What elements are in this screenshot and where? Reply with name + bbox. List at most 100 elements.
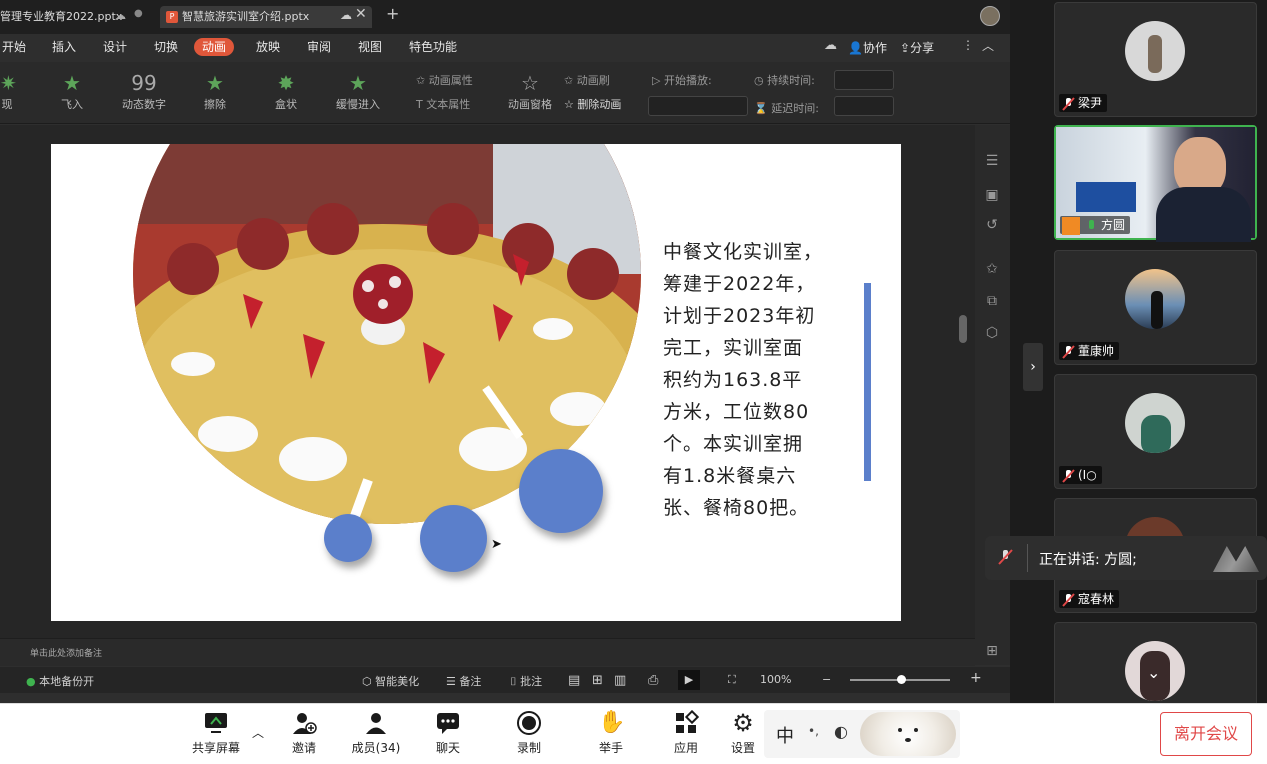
history-icon[interactable]: ↺ bbox=[983, 217, 1001, 235]
delete-anim-button[interactable]: ☆ 删除动画 bbox=[564, 96, 621, 112]
effect-dynamic-number[interactable]: 99 动态数字 bbox=[116, 70, 172, 112]
raise-hand-button[interactable]: ✋ 举手 bbox=[581, 710, 641, 756]
participant-tile[interactable]: (I○ bbox=[1054, 374, 1257, 489]
cloud-icon: ☁ bbox=[115, 9, 126, 22]
zoom-level[interactable]: 100% bbox=[760, 673, 791, 686]
anim-brush-button[interactable]: ✩ 动画刷 bbox=[564, 72, 610, 88]
share-options-icon[interactable]: ︿ bbox=[252, 724, 264, 741]
menu-features[interactable]: 特色功能 bbox=[409, 38, 457, 56]
normal-view-icon[interactable]: ▤ bbox=[568, 673, 580, 688]
copy-icon[interactable]: ⧉ bbox=[983, 293, 1001, 311]
document-tab-bar: 管理专业教育2022.pptx ☁ ● P 智慧旅游实训室介绍.pptx ☁ ✕ … bbox=[0, 0, 1010, 34]
status-bar: ● 本地备份开 ⬡ 智能美化 ☰ 备注 ⌷ 批注 ▤ ⊞ ▥ ⎙ ▶ ⛶ 100… bbox=[0, 667, 1010, 693]
chat-button[interactable]: 聊天 bbox=[418, 710, 478, 756]
animation-icon[interactable]: ✩ bbox=[983, 261, 1001, 279]
mic-muted-icon bbox=[997, 549, 1013, 569]
menu-animation[interactable]: 动画 bbox=[194, 38, 235, 56]
collapse-ribbon-icon[interactable]: ︿ bbox=[982, 37, 994, 54]
delay-input[interactable] bbox=[834, 96, 894, 116]
cube-icon[interactable]: ⬡ bbox=[983, 325, 1001, 343]
record-button[interactable]: 录制 bbox=[499, 710, 559, 756]
ime-mode: 中 bbox=[776, 726, 794, 747]
raise-hand-label: 举手 bbox=[598, 741, 623, 755]
slide[interactable]: 中餐文化实训室， 筹建于2022年， 计划于2023年初 完工，实训室面 积约为… bbox=[51, 144, 901, 621]
anim-props-icon: ✩ bbox=[416, 74, 429, 87]
slide-body-text[interactable]: 中餐文化实训室， 筹建于2022年， 计划于2023年初 完工，实训室面 积约为… bbox=[663, 236, 843, 524]
adjust-icon[interactable]: ☰ bbox=[983, 153, 1001, 171]
duration-text: 持续时间: bbox=[767, 74, 815, 87]
sorter-view-icon[interactable]: ⊞ bbox=[592, 673, 603, 688]
chevron-down-icon[interactable]: ⌄ bbox=[1147, 663, 1160, 682]
more-icon[interactable]: ⋮ bbox=[962, 38, 974, 52]
new-tab-icon[interactable]: + bbox=[386, 4, 399, 23]
menu-slideshow[interactable]: 放映 bbox=[256, 38, 280, 56]
user-avatar[interactable] bbox=[980, 6, 1000, 26]
play-button[interactable]: ▶ bbox=[678, 670, 700, 690]
backup-status[interactable]: ● 本地备份开 bbox=[26, 673, 94, 689]
zoom-slider-handle[interactable] bbox=[897, 675, 906, 684]
menu-insert[interactable]: 插入 bbox=[52, 38, 76, 56]
participant-tile[interactable]: 方圆 bbox=[1054, 125, 1257, 242]
text-props-icon: T bbox=[416, 98, 427, 111]
share-button[interactable]: ⇪分享 bbox=[900, 39, 934, 56]
zoom-in-icon[interactable]: + bbox=[970, 670, 982, 686]
text-props-dropdown[interactable]: T 文本属性 bbox=[416, 96, 470, 112]
start-play-select[interactable] bbox=[648, 96, 748, 116]
effect-label: 飞入 bbox=[61, 98, 83, 111]
anim-props-dropdown[interactable]: ✩ 动画属性 bbox=[416, 72, 473, 88]
comment-button[interactable]: ⌷ 批注 bbox=[510, 673, 542, 689]
settings-button[interactable]: ⚙ 设置 bbox=[728, 710, 758, 756]
hand-icon: ✋ bbox=[598, 710, 626, 735]
cloud-sync-icon[interactable]: ☁ bbox=[824, 38, 837, 53]
reading-view-icon[interactable]: ▥ bbox=[614, 673, 626, 688]
vertical-scrollbar[interactable] bbox=[959, 315, 967, 343]
collapse-panel-button[interactable]: › bbox=[1023, 343, 1043, 391]
members-button[interactable]: 成员(34) bbox=[346, 710, 406, 756]
presentation-window: 管理专业教育2022.pptx ☁ ● P 智慧旅游实训室介绍.pptx ☁ ✕ … bbox=[0, 0, 1010, 703]
text-line: 积约为163.8平 bbox=[663, 369, 803, 391]
tab-document-1[interactable]: 管理专业教育2022.pptx bbox=[0, 6, 128, 28]
gallery-icon[interactable]: ▣ bbox=[983, 187, 1001, 205]
effect-wipe[interactable]: ★ 擦除 bbox=[195, 70, 235, 112]
invite-button[interactable]: 邀请 bbox=[274, 710, 334, 756]
apps-button[interactable]: 应用 bbox=[656, 709, 716, 756]
notes-button[interactable]: ☰ 备注 bbox=[446, 673, 481, 689]
share-screen-button[interactable]: 共享屏幕 bbox=[186, 710, 246, 756]
person-icon bbox=[363, 710, 389, 736]
beautify-button[interactable]: ⬡ 智能美化 bbox=[362, 673, 419, 689]
notes-pane[interactable]: 单击此处添加备注 bbox=[0, 638, 975, 666]
menu-review[interactable]: 审阅 bbox=[307, 38, 331, 56]
close-tab-icon[interactable]: ✕ bbox=[355, 6, 367, 22]
menu-home[interactable]: 开始 bbox=[2, 38, 26, 56]
text-line: 有1.8米餐桌六 bbox=[663, 465, 797, 487]
participant-tile[interactable]: 梁尹 bbox=[1054, 2, 1257, 117]
fit-icon[interactable]: ⛶ bbox=[728, 673, 736, 687]
menu-view[interactable]: 视图 bbox=[358, 38, 382, 56]
effect-label: 现 bbox=[1, 98, 13, 111]
star-icon: ✷ bbox=[0, 71, 17, 95]
effect-slow-enter[interactable]: ★ 缓慢进入 bbox=[330, 70, 386, 112]
present-icon[interactable]: ⎙ bbox=[648, 673, 658, 688]
cloud-icon: ☁ bbox=[340, 8, 352, 22]
accent-bar bbox=[864, 283, 871, 481]
effect-box[interactable]: ✸ 盒状 bbox=[266, 70, 306, 112]
effect-appear[interactable]: ✷ 现 bbox=[0, 70, 17, 112]
collab-label: 协作 bbox=[862, 41, 887, 55]
menu-transition[interactable]: 切换 bbox=[154, 38, 178, 56]
participant-tile[interactable]: 董康帅 bbox=[1054, 250, 1257, 365]
zoom-out-icon[interactable]: − bbox=[822, 673, 831, 686]
participant-name: (I○ bbox=[1078, 468, 1097, 482]
leave-meeting-button[interactable]: 离开会议 bbox=[1160, 712, 1252, 756]
collab-button[interactable]: 👤协作 bbox=[848, 39, 887, 56]
participant-tile[interactable]: ⌄ bbox=[1054, 622, 1257, 707]
mic-on-icon bbox=[1084, 219, 1098, 233]
input-method-bar[interactable]: 中 •, ◐ bbox=[764, 710, 960, 758]
gear-icon: ⚙ bbox=[732, 710, 754, 737]
chat-label: 聊天 bbox=[435, 741, 460, 755]
effect-fly-in[interactable]: ★ 飞入 bbox=[52, 70, 92, 112]
duration-input[interactable] bbox=[834, 70, 894, 90]
speaking-indicator: 正在讲话: 方圆; bbox=[985, 536, 1267, 580]
menu-design[interactable]: 设计 bbox=[103, 38, 127, 56]
anim-pane-button[interactable]: ☆ 动画窗格 bbox=[506, 70, 554, 112]
grid-icon[interactable]: ⊞ bbox=[983, 643, 1001, 661]
